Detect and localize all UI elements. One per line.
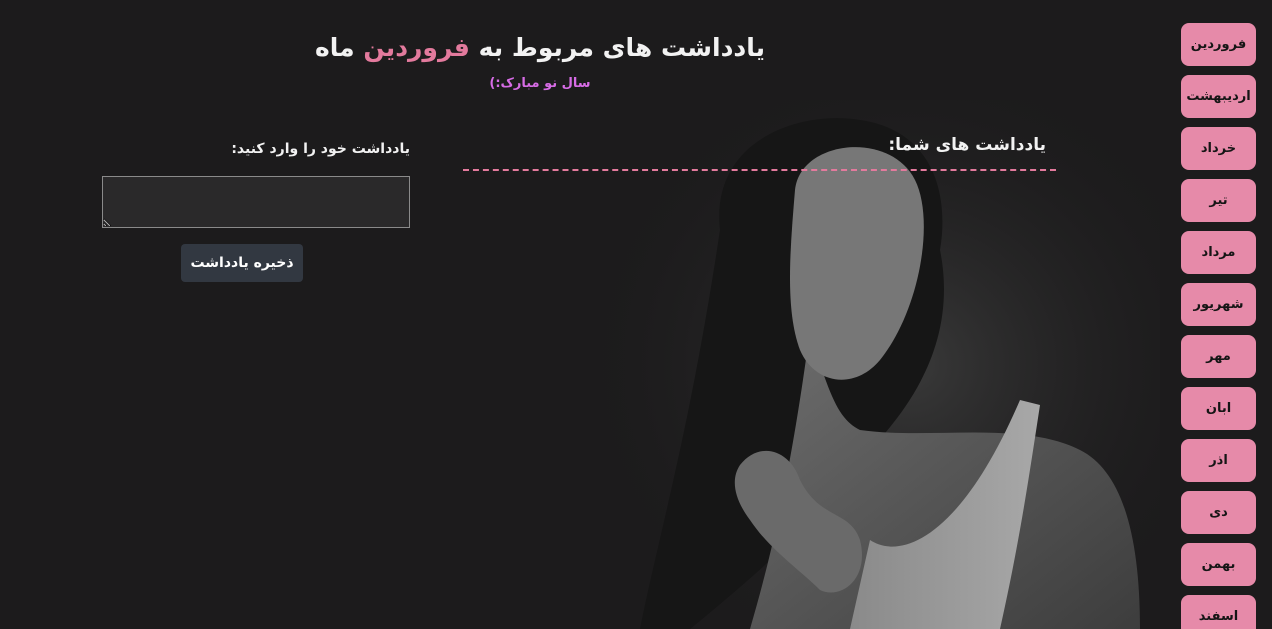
- note-textarea[interactable]: [102, 176, 410, 228]
- page-subtitle: سال نو مبارک:): [489, 76, 591, 91]
- month-button-esfand[interactable]: اسفند: [1181, 595, 1256, 629]
- month-sidebar: فروردین اردیبهشت خرداد تیر مرداد شهریور …: [1181, 23, 1256, 629]
- notes-divider: [463, 169, 1056, 171]
- notes-heading: یادداشت های شما:: [888, 135, 1046, 155]
- title-prefix: یادداشت های مربوط به: [478, 33, 766, 62]
- month-button-azar[interactable]: اذر: [1181, 439, 1256, 482]
- month-button-tir[interactable]: تیر: [1181, 179, 1256, 222]
- title-month: فروردین: [363, 33, 470, 62]
- month-button-mordad[interactable]: مرداد: [1181, 231, 1256, 274]
- month-button-shahrivar[interactable]: شهریور: [1181, 283, 1256, 326]
- month-button-dey[interactable]: دی: [1181, 491, 1256, 534]
- note-entry-label: یادداشت خود را وارد کنید:: [231, 141, 410, 157]
- page: یادداشت های مربوط به فروردین ماه سال نو …: [0, 0, 1272, 629]
- month-button-farvardin[interactable]: فروردین: [1181, 23, 1256, 66]
- month-button-mehr[interactable]: مهر: [1181, 335, 1256, 378]
- month-button-bahman[interactable]: بهمن: [1181, 543, 1256, 586]
- title-suffix: ماه: [314, 33, 355, 62]
- month-button-aban[interactable]: ابان: [1181, 387, 1256, 430]
- month-button-ordibehesht[interactable]: اردیبهشت: [1181, 75, 1256, 118]
- save-note-button[interactable]: ذخیره یادداشت: [181, 244, 303, 282]
- background-portrait-image: [600, 100, 1160, 629]
- month-button-khordad[interactable]: خرداد: [1181, 127, 1256, 170]
- page-title: یادداشت های مربوط به فروردین ماه: [300, 33, 780, 62]
